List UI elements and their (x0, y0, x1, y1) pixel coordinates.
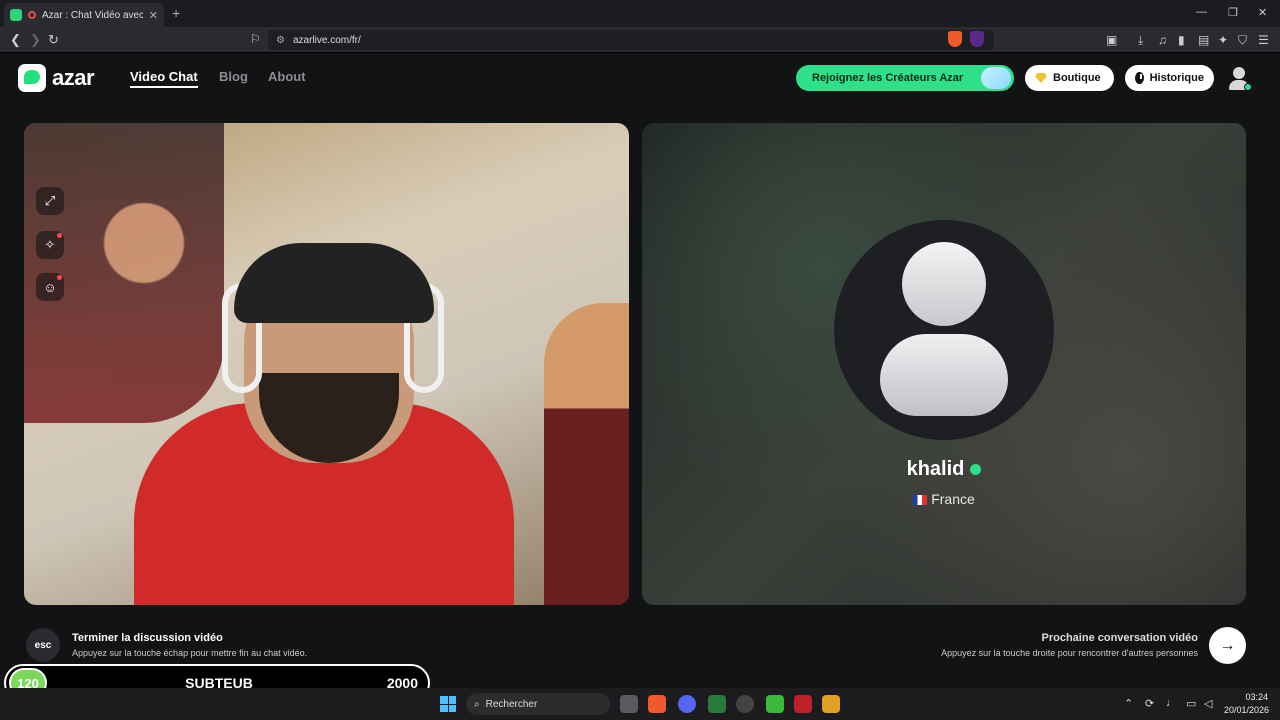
windows-taskbar: ⌕ Rechercher ⌃ ⟳ ♩ ▭ ◁ 03:24 20/01/2026 (0, 688, 1280, 720)
azar-page: azar Video Chat Blog About Rejoignez les… (0, 53, 1280, 688)
app-taskbar-icon[interactable] (822, 695, 840, 713)
nav-about[interactable]: About (268, 69, 306, 84)
clock-icon (1135, 72, 1144, 84)
azar-favicon-icon (10, 9, 22, 21)
youtube-taskbar-icon[interactable] (794, 695, 812, 713)
tab-title: Azar : Chat Vidéo avec de no (42, 9, 143, 21)
microphone-icon[interactable]: ♩ (1166, 697, 1177, 709)
face-filter-icon[interactable]: ☺ (36, 273, 64, 301)
media-icon[interactable]: ♫ (1158, 33, 1167, 47)
tray-overflow-icon[interactable]: ⌃ (1124, 697, 1133, 710)
brave-rewards-icon[interactable] (970, 31, 984, 47)
background-figure (544, 303, 629, 605)
maximize-button[interactable]: ❐ (1228, 6, 1238, 19)
avatar-head-icon (902, 242, 986, 326)
peer-name-row: khalid (642, 458, 1246, 481)
streamer-silhouette (134, 223, 574, 605)
url-text: azarlive.com/fr/ (292, 34, 361, 46)
back-icon[interactable]: ❮ (10, 32, 21, 48)
gem-icon (1035, 73, 1047, 83)
bookmark-icon[interactable]: ⚐ (250, 32, 261, 46)
new-tab-button[interactable]: + (172, 5, 180, 21)
nav-blog[interactable]: Blog (219, 69, 248, 84)
peer-country-row: France (642, 491, 1246, 507)
remote-video: khalid France (642, 123, 1246, 605)
wallet-icon[interactable]: ▤ (1198, 33, 1209, 47)
address-toolbar: ❮ ❯ ↻ ⚐ ⚙ azarlive.com/fr/ ▣ ⤓ ♫ ▮ ▤ ✦ ⛉… (0, 27, 1280, 53)
expand-icon[interactable]: ⤢ (36, 187, 64, 215)
history-button[interactable]: Historique (1125, 65, 1214, 91)
browser-tabbar: Azar : Chat Vidéo avec de no ✕ + — ❐ ✕ (0, 0, 1280, 27)
end-chat-hint: Appuyez sur la touche échap pour mettre … (72, 648, 308, 658)
end-chat-button[interactable]: esc (26, 628, 60, 662)
join-creators-label: Rejoignez les Créateurs Azar (812, 72, 964, 84)
minimize-button[interactable]: — (1196, 6, 1207, 18)
obs-taskbar-icon[interactable] (736, 695, 754, 713)
reload-icon[interactable]: ↻ (48, 32, 59, 48)
nav-video-chat[interactable]: Video Chat (130, 69, 198, 88)
menu-icon[interactable]: ☰ (1258, 33, 1269, 47)
app-taskbar-icon[interactable] (708, 695, 726, 713)
brave-taskbar-icon[interactable] (648, 695, 666, 713)
search-placeholder: Rechercher (485, 698, 538, 710)
close-tab-icon[interactable]: ✕ (149, 9, 158, 22)
vpn-icon[interactable]: ⛉ (1238, 33, 1247, 48)
creators-badge-icon (981, 67, 1011, 89)
windows-start-icon[interactable] (440, 696, 456, 712)
profile-head-icon (1233, 67, 1245, 79)
next-chat-hint: Appuyez sur la touche droite pour rencon… (941, 648, 1198, 658)
brave-shield-icon[interactable] (948, 31, 962, 47)
downloads-icon[interactable]: ⤓ (1138, 33, 1143, 48)
logo-text: azar (52, 65, 95, 90)
online-status-dot (1244, 83, 1252, 91)
next-chat-button[interactable]: → (1209, 627, 1246, 664)
shop-label: Boutique (1053, 72, 1101, 84)
network-icon[interactable]: ▭ (1186, 697, 1196, 710)
end-chat-title: Terminer la discussion vidéo (72, 632, 223, 644)
recording-icon (28, 11, 36, 19)
local-video (24, 123, 629, 605)
tray-app-icon[interactable]: ⟳ (1145, 697, 1154, 710)
site-info-icon[interactable]: ⚙ (276, 35, 285, 46)
azar-logo[interactable]: azar (18, 64, 95, 92)
taskbar-date[interactable]: 20/01/2026 (1224, 705, 1269, 715)
sidebar-toggle-icon[interactable]: ▮ (1178, 33, 1185, 47)
search-icon: ⌕ (474, 698, 480, 710)
address-bar[interactable]: ⚙ azarlive.com/fr/ (268, 30, 994, 50)
forward-icon[interactable]: ❯ (30, 32, 41, 48)
history-label: Historique (1149, 72, 1204, 84)
azar-logo-icon (18, 64, 46, 92)
close-window-button[interactable]: ✕ (1258, 6, 1267, 19)
leo-ai-icon[interactable]: ✦ (1218, 33, 1228, 47)
avatar-body-icon (880, 334, 1008, 416)
volume-icon[interactable]: ◁ (1204, 697, 1212, 710)
verified-icon (970, 464, 982, 476)
browser-tab[interactable]: Azar : Chat Vidéo avec de no ✕ (4, 3, 164, 27)
peer-country: France (931, 491, 975, 507)
discord-taskbar-icon[interactable] (678, 695, 696, 713)
cap (234, 243, 434, 323)
profile-avatar[interactable] (1226, 65, 1252, 91)
magic-wand-icon[interactable]: ✧ (36, 231, 64, 259)
taskbar-time[interactable]: 03:24 (1236, 692, 1268, 702)
sidebar-panel-icon[interactable]: ▣ (1106, 33, 1117, 47)
peer-name: khalid (906, 458, 965, 480)
taskbar-search[interactable]: ⌕ Rechercher (466, 693, 610, 715)
france-flag-icon (913, 495, 928, 506)
app-taskbar-icon[interactable] (766, 695, 784, 713)
shop-button[interactable]: Boutique (1025, 65, 1114, 91)
peer-avatar (834, 220, 1054, 440)
next-chat-title: Prochaine conversation vidéo (1041, 632, 1199, 644)
task-view-icon[interactable] (620, 695, 638, 713)
join-creators-button[interactable]: Rejoignez les Créateurs Azar (796, 65, 1014, 91)
